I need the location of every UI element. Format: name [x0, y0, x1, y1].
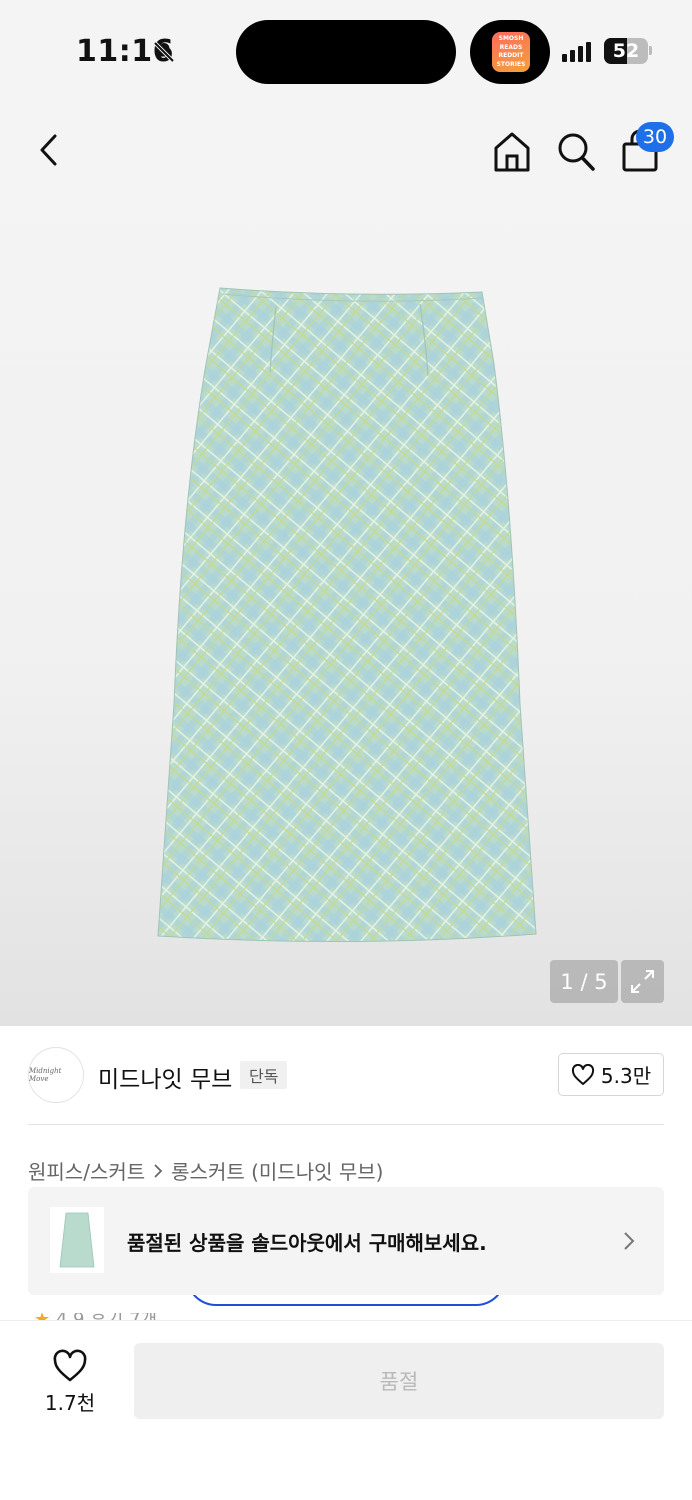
cellular-signal-icon: [562, 42, 591, 62]
app-thumb-line: SMOSH: [498, 35, 524, 42]
brand-name[interactable]: 미드나잇 무브: [98, 1060, 232, 1094]
expand-button[interactable]: [621, 960, 664, 1003]
product-photo[interactable]: [150, 284, 550, 948]
battery-tip: [649, 46, 652, 55]
live-activity[interactable]: SMOSH READS REDDIT STORIES: [470, 20, 550, 84]
breadcrumb-subcategory[interactable]: 롱스커트 (미드나잇 무브): [171, 1156, 383, 1185]
divider: [28, 1124, 664, 1125]
soldout-banner[interactable]: 품절된 상품을 솔드아웃에서 구매해보세요.: [28, 1187, 664, 1295]
wish-count: 1.7천: [44, 1391, 96, 1415]
breadcrumb: 원피스/스커트 롱스커트 (미드나잇 무브): [28, 1156, 383, 1185]
brand-logo[interactable]: Midnight Move: [28, 1047, 84, 1103]
exclusive-badge: 단독: [240, 1061, 288, 1089]
search-icon[interactable]: [555, 128, 597, 174]
app-thumb-line: REDDIT: [498, 52, 524, 59]
soldout-banner-text: 품절된 상품을 솔드아웃에서 구매해보세요.: [127, 1231, 487, 1255]
brand-logo-text: Midnight Move: [29, 1067, 62, 1083]
heart-icon: [571, 1063, 594, 1085]
product-thumbnail: [50, 1207, 104, 1273]
home-icon[interactable]: [492, 128, 532, 174]
brand-like-count: 5.3만: [600, 1064, 652, 1088]
status-bar: 11:16 SMOSH READS REDDIT STORIES 52: [0, 0, 692, 104]
bottom-action-bar: 1.7천 품절: [0, 1320, 692, 1500]
buy-button-soldout[interactable]: 품절: [134, 1343, 664, 1419]
battery-text: 52: [612, 40, 640, 62]
dynamic-island: [236, 20, 456, 84]
expand-icon: [631, 970, 654, 993]
chevron-right-icon: [624, 1232, 635, 1250]
image-page-counter: 1 / 5: [550, 960, 618, 1003]
bell-muted-icon: [153, 41, 175, 63]
product-image-gallery[interactable]: 30 1 / 5: [0, 104, 692, 1026]
brand-like-button[interactable]: 5.3만: [558, 1053, 664, 1096]
chevron-right-icon: [154, 1163, 163, 1178]
heart-icon[interactable]: [52, 1349, 88, 1383]
breadcrumb-category[interactable]: 원피스/스커트: [28, 1156, 145, 1185]
app-thumbnail: SMOSH READS REDDIT STORIES: [492, 32, 530, 72]
cart-count-badge: 30: [636, 122, 674, 152]
app-thumb-line: STORIES: [496, 60, 526, 68]
battery-icon: 52: [604, 38, 648, 64]
chevron-left-icon[interactable]: [30, 130, 70, 170]
app-thumb-line: READS: [499, 43, 523, 51]
